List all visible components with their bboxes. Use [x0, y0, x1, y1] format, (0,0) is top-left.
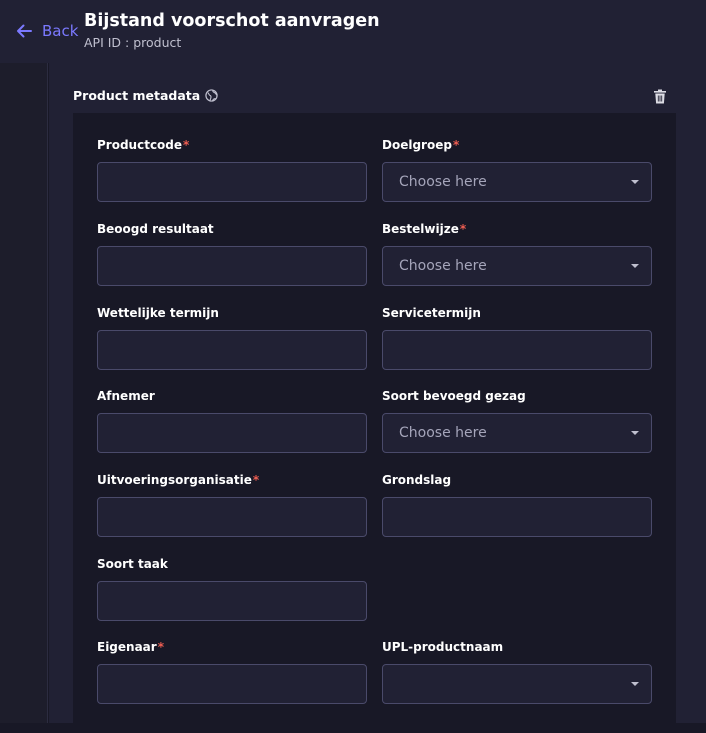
field-soort-bevoegd-gezag: Soort bevoegd gezag Choose here: [382, 388, 652, 453]
bestelwijze-placeholder: Choose here: [399, 258, 487, 274]
upl-productnaam-select[interactable]: [382, 664, 652, 704]
field-afnemer: Afnemer: [97, 388, 367, 453]
field-upl-productnaam: UPL-productnaam: [382, 639, 652, 704]
api-id-label: API ID : product: [84, 35, 182, 50]
section-title: Product metadata: [73, 88, 218, 103]
soort-bevoegd-gezag-select[interactable]: Choose here: [382, 413, 652, 453]
bestelwijze-label: Bestelwijze*: [382, 222, 467, 236]
uitvoeringsorganisatie-input[interactable]: [97, 497, 367, 537]
metadata-form: Productcode* Doelgroep* Choose here Beoo…: [73, 113, 676, 733]
upl-productnaam-label: UPL-productnaam: [382, 640, 504, 654]
caret-down-icon: [631, 264, 639, 268]
beoogd-resultaat-input[interactable]: [97, 246, 367, 286]
field-beoogd-resultaat: Beoogd resultaat: [97, 221, 367, 286]
back-label: Back: [42, 22, 79, 40]
page-header: Back Bijstand voorschot aanvragen API ID…: [0, 0, 706, 63]
soort-taak-label: Soort taak: [97, 557, 168, 571]
field-eigenaar: Eigenaar*: [97, 639, 367, 704]
field-doelgroep: Doelgroep* Choose here: [382, 137, 652, 202]
required-marker: *: [252, 473, 260, 487]
afnemer-label: Afnemer: [97, 389, 155, 403]
doelgroep-select[interactable]: Choose here: [382, 162, 652, 202]
arrow-left-icon: [17, 24, 32, 38]
field-bestelwijze: Bestelwijze* Choose here: [382, 221, 652, 286]
field-servicetermijn: Servicetermijn: [382, 305, 652, 370]
page-title: Bijstand voorschot aanvragen: [84, 11, 380, 31]
soort-bevoegd-gezag-placeholder: Choose here: [399, 425, 487, 441]
grondslag-label: Grondslag: [382, 473, 452, 487]
uitvoeringsorganisatie-label: Uitvoeringsorganisatie*: [97, 473, 260, 487]
field-wettelijke-termijn: Wettelijke termijn: [97, 305, 367, 370]
required-marker: *: [452, 138, 460, 152]
back-button[interactable]: Back: [14, 21, 78, 41]
eigenaar-input[interactable]: [97, 664, 367, 704]
field-uitvoeringsorganisatie: Uitvoeringsorganisatie*: [97, 472, 367, 537]
section-title-label: Product metadata: [73, 88, 201, 103]
grondslag-input[interactable]: [382, 497, 652, 537]
globe-icon: [205, 89, 218, 102]
trash-icon[interactable]: [653, 89, 667, 104]
eigenaar-label: Eigenaar*: [97, 640, 164, 654]
afnemer-input[interactable]: [97, 413, 367, 453]
left-rail: [0, 63, 48, 723]
component-panel: Product metadata Productcode* Doelgroep*…: [49, 63, 706, 733]
soort-taak-input[interactable]: [97, 581, 367, 621]
field-grondslag: Grondslag: [382, 472, 652, 537]
field-productcode: Productcode*: [97, 137, 367, 202]
caret-down-icon: [631, 180, 639, 184]
productcode-label: Productcode*: [97, 138, 190, 152]
doelgroep-placeholder: Choose here: [399, 174, 487, 190]
field-soort-taak: Soort taak: [97, 556, 367, 621]
servicetermijn-input[interactable]: [382, 330, 652, 370]
required-marker: *: [459, 222, 467, 236]
bestelwijze-select[interactable]: Choose here: [382, 246, 652, 286]
caret-down-icon: [631, 682, 639, 686]
required-marker: *: [157, 640, 164, 654]
servicetermijn-label: Servicetermijn: [382, 306, 481, 320]
beoogd-resultaat-label: Beoogd resultaat: [97, 222, 214, 236]
required-marker: *: [183, 138, 190, 152]
caret-down-icon: [631, 431, 639, 435]
soort-bevoegd-gezag-label: Soort bevoegd gezag: [382, 389, 526, 403]
doelgroep-label: Doelgroep*: [382, 138, 460, 152]
productcode-input[interactable]: [97, 162, 367, 202]
wettelijke-termijn-label: Wettelijke termijn: [97, 306, 219, 320]
wettelijke-termijn-input[interactable]: [97, 330, 367, 370]
